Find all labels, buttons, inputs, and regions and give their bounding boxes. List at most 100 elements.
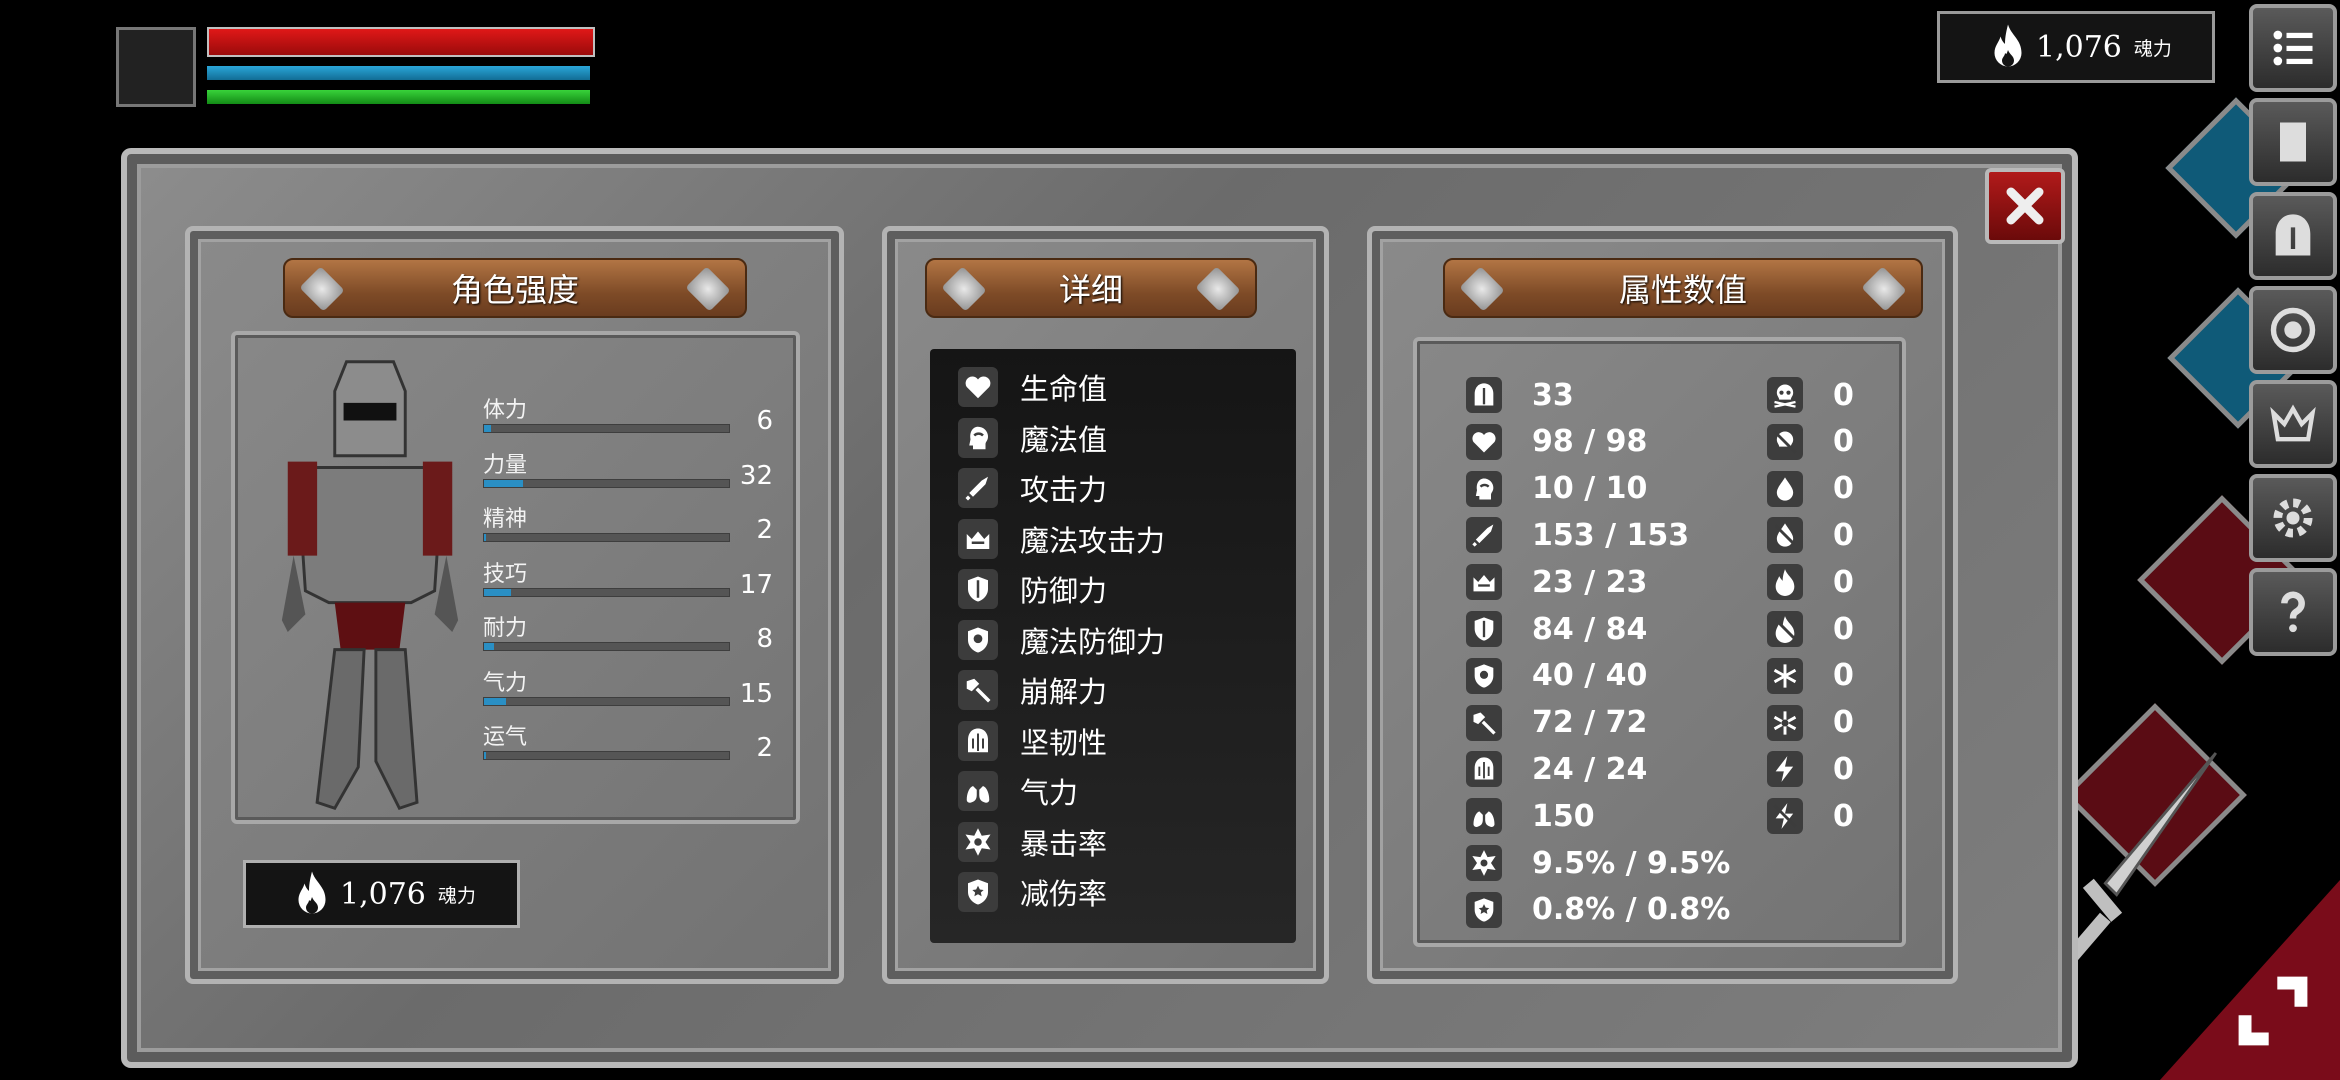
attribute-icon bbox=[1767, 751, 1803, 788]
stat-bar bbox=[483, 587, 730, 597]
detail-label: 防御力 bbox=[1020, 574, 1108, 608]
detail-label: 坚韧性 bbox=[1020, 725, 1108, 760]
shield-icon bbox=[1474, 617, 1494, 641]
detail-label: 减伤率 bbox=[1020, 877, 1108, 911]
health-bar bbox=[207, 27, 595, 57]
detail-row-10: 减伤率 bbox=[958, 870, 1107, 914]
settings-button[interactable] bbox=[2249, 474, 2337, 562]
stat-label: 运气 bbox=[483, 725, 528, 750]
strength-title-text: 角色强度 bbox=[450, 271, 579, 309]
gear-icon bbox=[2273, 498, 2313, 538]
helmet-icon bbox=[1474, 383, 1494, 406]
stamina-bar-fill bbox=[207, 90, 590, 104]
blood-drop-icon bbox=[1776, 476, 1794, 501]
menu-button[interactable] bbox=[2249, 4, 2337, 92]
attribute-row: 0 bbox=[1767, 468, 1854, 510]
fire-icon bbox=[1775, 569, 1795, 597]
attribute-row: 0 bbox=[1767, 795, 1854, 837]
attribute-value: 9.5% / 9.5% bbox=[1532, 845, 1731, 881]
detail-row-7: 坚韧性 bbox=[958, 719, 1107, 763]
stat-row-2: 精神 2 bbox=[483, 501, 773, 547]
attributes-title-text: 属性数值 bbox=[1618, 271, 1747, 309]
stat-row-3: 技巧 17 bbox=[483, 556, 773, 602]
attribute-icon bbox=[1466, 751, 1502, 788]
attribute-value: 98 / 98 bbox=[1532, 424, 1648, 460]
frost-resist-icon bbox=[1773, 710, 1797, 735]
stat-bar-fill bbox=[484, 425, 492, 432]
stat-row-5: 气力 15 bbox=[483, 665, 773, 711]
attribute-icon bbox=[1466, 377, 1502, 413]
sword-icon bbox=[1472, 524, 1494, 548]
stat-label: 气力 bbox=[483, 670, 528, 696]
soul-unit: 魂力 bbox=[2133, 37, 2172, 60]
badge-icon bbox=[968, 879, 988, 905]
stat-bar bbox=[483, 696, 730, 706]
player-portrait bbox=[116, 27, 196, 107]
helm-icon bbox=[1474, 757, 1494, 780]
close-icon bbox=[2006, 187, 2044, 225]
attributes-panel-title: 属性数值 bbox=[1443, 258, 1923, 318]
detail-row-0: 生命值 bbox=[958, 365, 1107, 409]
attribute-value: 72 / 72 bbox=[1532, 705, 1648, 741]
stat-value: 15 bbox=[739, 678, 773, 709]
ranking-button[interactable] bbox=[2249, 380, 2337, 468]
helm-icon bbox=[968, 728, 988, 752]
detail-panel-title: 详细 bbox=[925, 258, 1257, 318]
attribute-value: 0 bbox=[1833, 564, 1854, 600]
detail-icon bbox=[958, 771, 998, 811]
detail-row-6: 崩解力 bbox=[958, 668, 1107, 712]
attribute-row: 98 / 98 bbox=[1466, 421, 1647, 463]
soul-counter: 1,076 魂力 bbox=[1937, 11, 2215, 83]
stamina-bar bbox=[207, 90, 590, 104]
attribute-value: 0 bbox=[1833, 705, 1854, 741]
crown-icon bbox=[2270, 404, 2316, 442]
stat-value: 17 bbox=[739, 569, 773, 600]
blood-resist-icon bbox=[1774, 523, 1796, 548]
head-icon bbox=[1475, 478, 1494, 500]
detail-icon bbox=[958, 619, 998, 660]
help-button[interactable] bbox=[2249, 568, 2337, 656]
detail-icon bbox=[958, 518, 998, 559]
flame-icon bbox=[298, 871, 326, 914]
detail-label: 崩解力 bbox=[1020, 675, 1108, 709]
character-button[interactable] bbox=[2249, 98, 2337, 186]
magic-crown-icon bbox=[1473, 575, 1495, 592]
equipment-button[interactable] bbox=[2249, 192, 2337, 280]
frost-icon bbox=[1773, 664, 1797, 688]
soul-box-unit: 魂力 bbox=[437, 884, 476, 907]
badge-icon bbox=[1474, 898, 1494, 922]
attribute-row: 0 bbox=[1767, 561, 1854, 603]
axe-icon bbox=[966, 678, 991, 703]
detail-row-5: 魔法防御力 bbox=[958, 618, 1165, 662]
stat-value: 6 bbox=[756, 406, 773, 436]
health-bar-fill bbox=[209, 29, 593, 55]
detail-row-2: 攻击力 bbox=[958, 466, 1107, 510]
attribute-row: 150 bbox=[1466, 795, 1595, 837]
detail-icon bbox=[958, 468, 998, 508]
detail-icon bbox=[958, 821, 998, 862]
attribute-value: 153 / 153 bbox=[1532, 517, 1690, 553]
attribute-row: 23 / 23 bbox=[1466, 561, 1647, 603]
emblem-button[interactable] bbox=[2249, 286, 2337, 374]
attribute-value: 40 / 40 bbox=[1532, 658, 1648, 694]
sword-icon bbox=[965, 476, 988, 501]
magic-shield-icon bbox=[968, 627, 988, 652]
attribute-row: 10 / 10 bbox=[1466, 468, 1647, 510]
close-button[interactable] bbox=[1985, 168, 2065, 244]
attribute-icon bbox=[1466, 845, 1502, 881]
attribute-value: 84 / 84 bbox=[1532, 611, 1648, 647]
skull-resist-icon bbox=[1773, 430, 1797, 454]
skull-icon bbox=[1774, 384, 1796, 408]
lightning-icon bbox=[1775, 756, 1794, 783]
stat-bar-fill bbox=[484, 479, 524, 487]
attribute-row: 9.5% / 9.5% bbox=[1466, 842, 1730, 884]
attribute-icon bbox=[1466, 657, 1502, 694]
stat-value: 2 bbox=[756, 515, 773, 545]
attribute-icon bbox=[1466, 798, 1502, 835]
stat-bar bbox=[483, 478, 730, 488]
attribute-value: 10 / 10 bbox=[1532, 471, 1648, 507]
resize-icon[interactable] bbox=[2230, 968, 2316, 1054]
mana-bar-fill bbox=[207, 66, 590, 80]
stat-value: 8 bbox=[756, 624, 773, 654]
attribute-row: 0 bbox=[1767, 608, 1854, 650]
